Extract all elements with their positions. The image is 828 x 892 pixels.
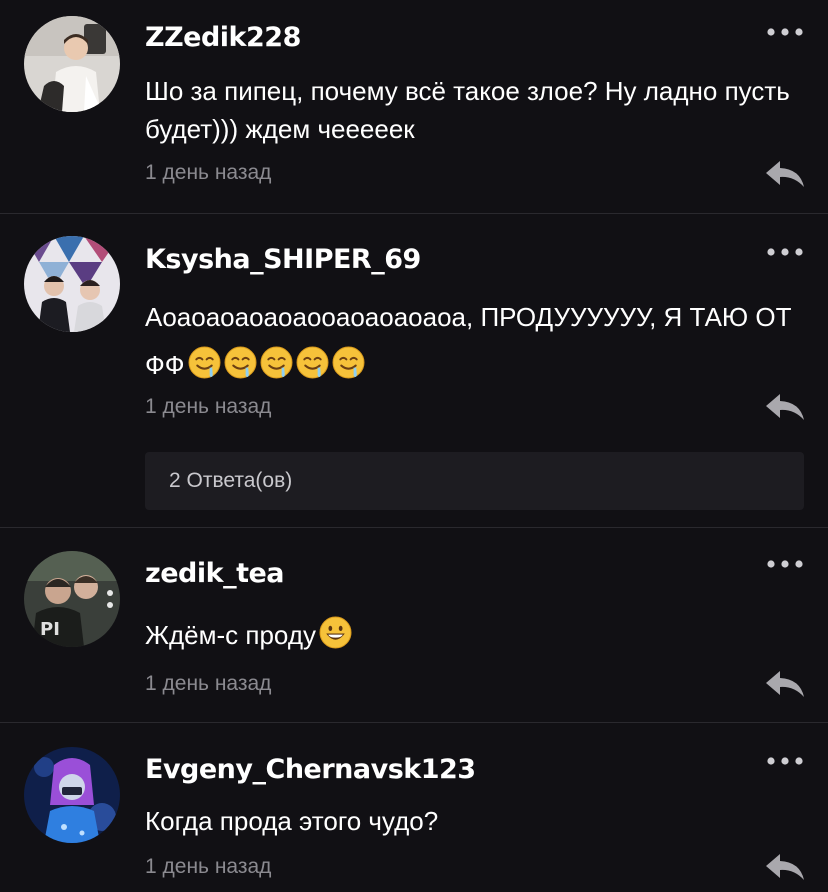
avatar[interactable]: PI: [24, 551, 120, 647]
more-options-icon[interactable]: [766, 754, 804, 768]
emoji-row: [185, 346, 365, 380]
comment-item: Ksysha_SHIPER_69 Аоаоаоаоаоаооаоаоаоаоа,…: [0, 214, 828, 527]
drooling-face-emoji: [296, 346, 329, 379]
more-options-icon[interactable]: [766, 557, 804, 571]
comment-text: Шо за пипец, почему всё такое злое? Ну л…: [145, 76, 790, 144]
drooling-face-emoji: [188, 346, 221, 379]
grinning-face-emoji: [319, 616, 352, 649]
reply-arrow-icon[interactable]: [764, 159, 806, 189]
timestamp: 1 день назад: [145, 395, 272, 418]
comment-text: Ждём-с проду: [145, 616, 805, 654]
username[interactable]: zedik_tea: [145, 558, 285, 589]
drooling-face-emoji: [224, 346, 257, 379]
timestamp: 1 день назад: [145, 672, 272, 695]
more-options-icon[interactable]: [766, 245, 804, 259]
reply-arrow-icon[interactable]: [764, 852, 806, 882]
comment-text-content: Ждём-с проду: [145, 620, 316, 650]
comment-text: Аоаоаоаоаоаооаоаоаоаоа, ПРОДУУУУУУ, Я ТА…: [145, 293, 805, 389]
avatar[interactable]: [24, 747, 120, 843]
username[interactable]: Ksysha_SHIPER_69: [145, 244, 421, 275]
view-replies-button[interactable]: 2 Ответа(ов): [145, 452, 804, 510]
drooling-face-emoji: [332, 346, 365, 379]
reply-arrow-icon[interactable]: [764, 392, 806, 422]
reply-arrow-icon[interactable]: [764, 669, 806, 699]
comment-item: Evgeny_Chernavsk123 Когда прода этого чу…: [0, 723, 828, 892]
comment-item: PI zedik_tea Ждём-с проду 1 день назад: [0, 528, 828, 722]
comment-text: Когда прода этого чудо?: [145, 806, 439, 836]
replies-count: 2 Ответа(ов): [169, 469, 293, 492]
username[interactable]: Evgeny_Chernavsk123: [145, 754, 476, 785]
comment-item: ZZedik228 Шо за пипец, почему всё такое …: [0, 0, 828, 213]
timestamp: 1 день назад: [145, 161, 272, 184]
svg-text:PI: PI: [40, 619, 60, 640]
drooling-face-emoji: [260, 346, 293, 379]
timestamp: 1 день назад: [145, 855, 272, 878]
username[interactable]: ZZedik228: [145, 22, 301, 53]
comments-feed: ZZedik228 Шо за пипец, почему всё такое …: [0, 0, 828, 892]
emoji-row: [316, 616, 352, 650]
more-options-icon[interactable]: [766, 25, 804, 39]
avatar[interactable]: [24, 16, 120, 112]
avatar[interactable]: [24, 236, 120, 332]
